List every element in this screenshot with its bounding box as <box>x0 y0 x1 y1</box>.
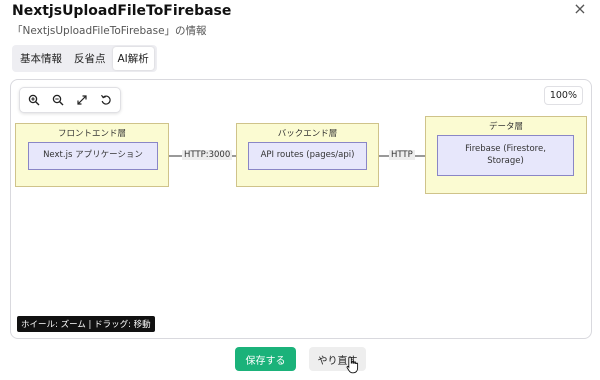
edge-label-http3000: HTTP:3000 <box>182 150 233 160</box>
node-firebase-line1: Firebase (Firestore, <box>465 144 546 155</box>
save-button[interactable]: 保存する <box>235 347 296 371</box>
node-nextjs-app[interactable]: Next.js アプリケーション <box>28 142 158 170</box>
tab-ai-analysis[interactable]: AI解析 <box>112 47 154 70</box>
node-firebase[interactable]: Firebase (Firestore, Storage) <box>437 135 574 176</box>
node-api-routes[interactable]: API routes (pages/api) <box>248 142 367 170</box>
tab-reflection[interactable]: 反省点 <box>69 47 111 70</box>
node-firebase-line2: Storage) <box>487 155 524 166</box>
close-icon[interactable]: × <box>570 0 590 18</box>
zoom-toolbar <box>19 87 121 113</box>
fit-screen-icon[interactable] <box>71 90 93 110</box>
canvas-hint: ホイール: ズーム | ドラッグ: 移動 <box>17 316 155 332</box>
layer-backend-label: バックエンド層 <box>277 129 338 139</box>
tab-basic-info[interactable]: 基本情報 <box>15 47 67 70</box>
zoom-level-badge: 100% <box>543 86 583 105</box>
zoom-out-icon[interactable] <box>47 90 69 110</box>
zoom-in-icon[interactable] <box>23 90 45 110</box>
hand-cursor-icon <box>346 356 359 374</box>
page-subtitle: 「NextjsUploadFileToFirebase」の情報 <box>12 25 207 37</box>
edge-label-http: HTTP <box>389 150 415 160</box>
layer-data-label: データ層 <box>488 122 523 132</box>
tab-bar: 基本情報 反省点 AI解析 <box>12 45 157 72</box>
reset-icon[interactable] <box>95 90 117 110</box>
page-title: NextjsUploadFileToFirebase <box>12 3 232 19</box>
layer-frontend-label: フロントエンド層 <box>57 129 126 139</box>
diagram-canvas[interactable]: フロントエンド層 Next.js アプリケーション バックエンド層 API ro… <box>10 79 592 339</box>
